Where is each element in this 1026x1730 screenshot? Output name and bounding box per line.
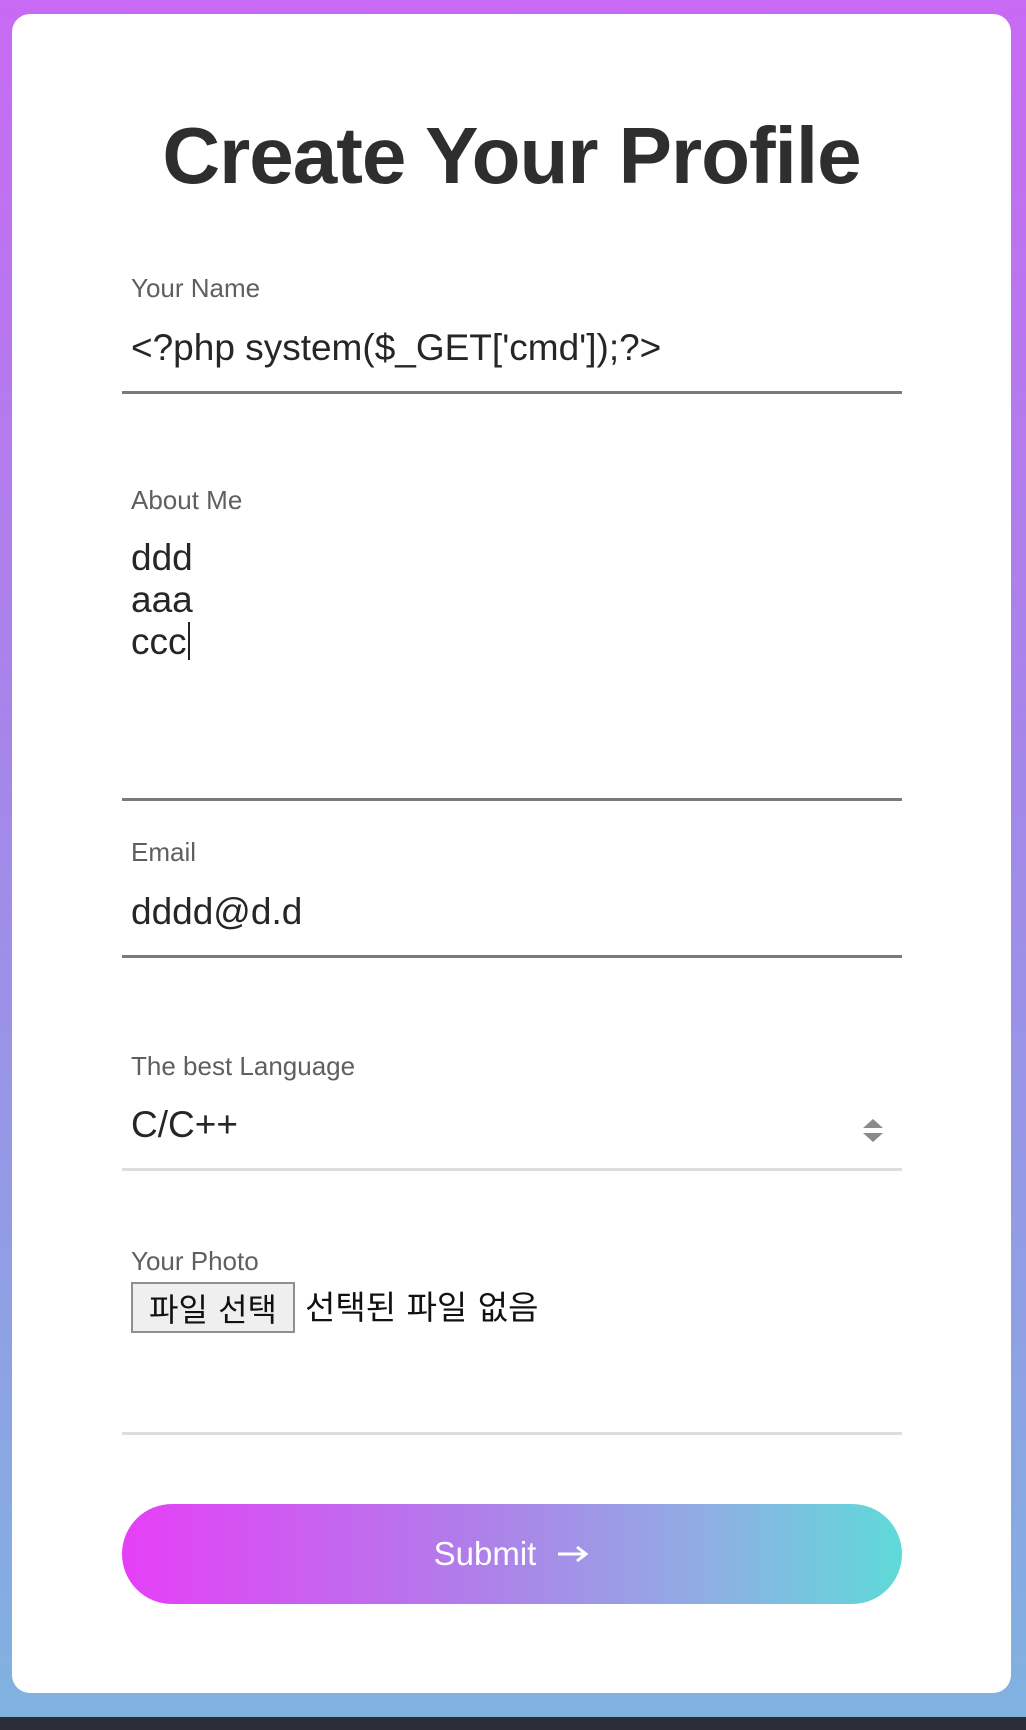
submit-label: Submit: [433, 1535, 537, 1572]
language-field[interactable]: The best Language C/C++: [122, 1046, 902, 1186]
about-line: ddd: [131, 537, 193, 578]
email-field[interactable]: Email dddd@d.d: [122, 834, 902, 974]
language-select[interactable]: C/C++: [131, 1104, 238, 1146]
page-title: Create Your Profile: [162, 111, 861, 200]
text-caret: [187, 622, 190, 660]
about-label: About Me: [131, 485, 243, 515]
about-underline: [122, 798, 902, 801]
about-field[interactable]: About Me ddd aaa ccc: [122, 481, 902, 811]
about-line: aaa: [131, 579, 193, 620]
arrow-right-icon: [558, 1545, 589, 1563]
email-underline: [122, 955, 902, 958]
about-line: ccc: [131, 621, 187, 662]
email-input[interactable]: dddd@d.d: [131, 891, 302, 933]
name-field[interactable]: Your Name <?php system($_GET['cmd']);?>: [122, 269, 902, 409]
submit-button[interactable]: Submit: [122, 1504, 902, 1604]
profile-card: Create Your Profile Your Name <?php syst…: [12, 14, 1011, 1693]
photo-underline: [122, 1432, 902, 1435]
choose-file-button[interactable]: 파일 선택: [131, 1282, 295, 1333]
name-input[interactable]: <?php system($_GET['cmd']);?>: [131, 327, 661, 369]
select-arrows-icon[interactable]: [862, 1117, 884, 1145]
about-textarea[interactable]: ddd aaa ccc: [131, 537, 193, 663]
photo-label: Your Photo: [131, 1246, 259, 1276]
language-label: The best Language: [131, 1051, 356, 1081]
file-status-text: 선택된 파일 없음: [305, 1288, 539, 1327]
photo-field[interactable]: Your Photo 파일 선택 선택된 파일 없음: [122, 1242, 902, 1435]
window-bottom-bar: [0, 1717, 1026, 1730]
name-underline: [122, 391, 902, 394]
name-label: Your Name: [131, 273, 261, 303]
email-label: Email: [131, 837, 197, 867]
language-underline: [122, 1168, 902, 1171]
